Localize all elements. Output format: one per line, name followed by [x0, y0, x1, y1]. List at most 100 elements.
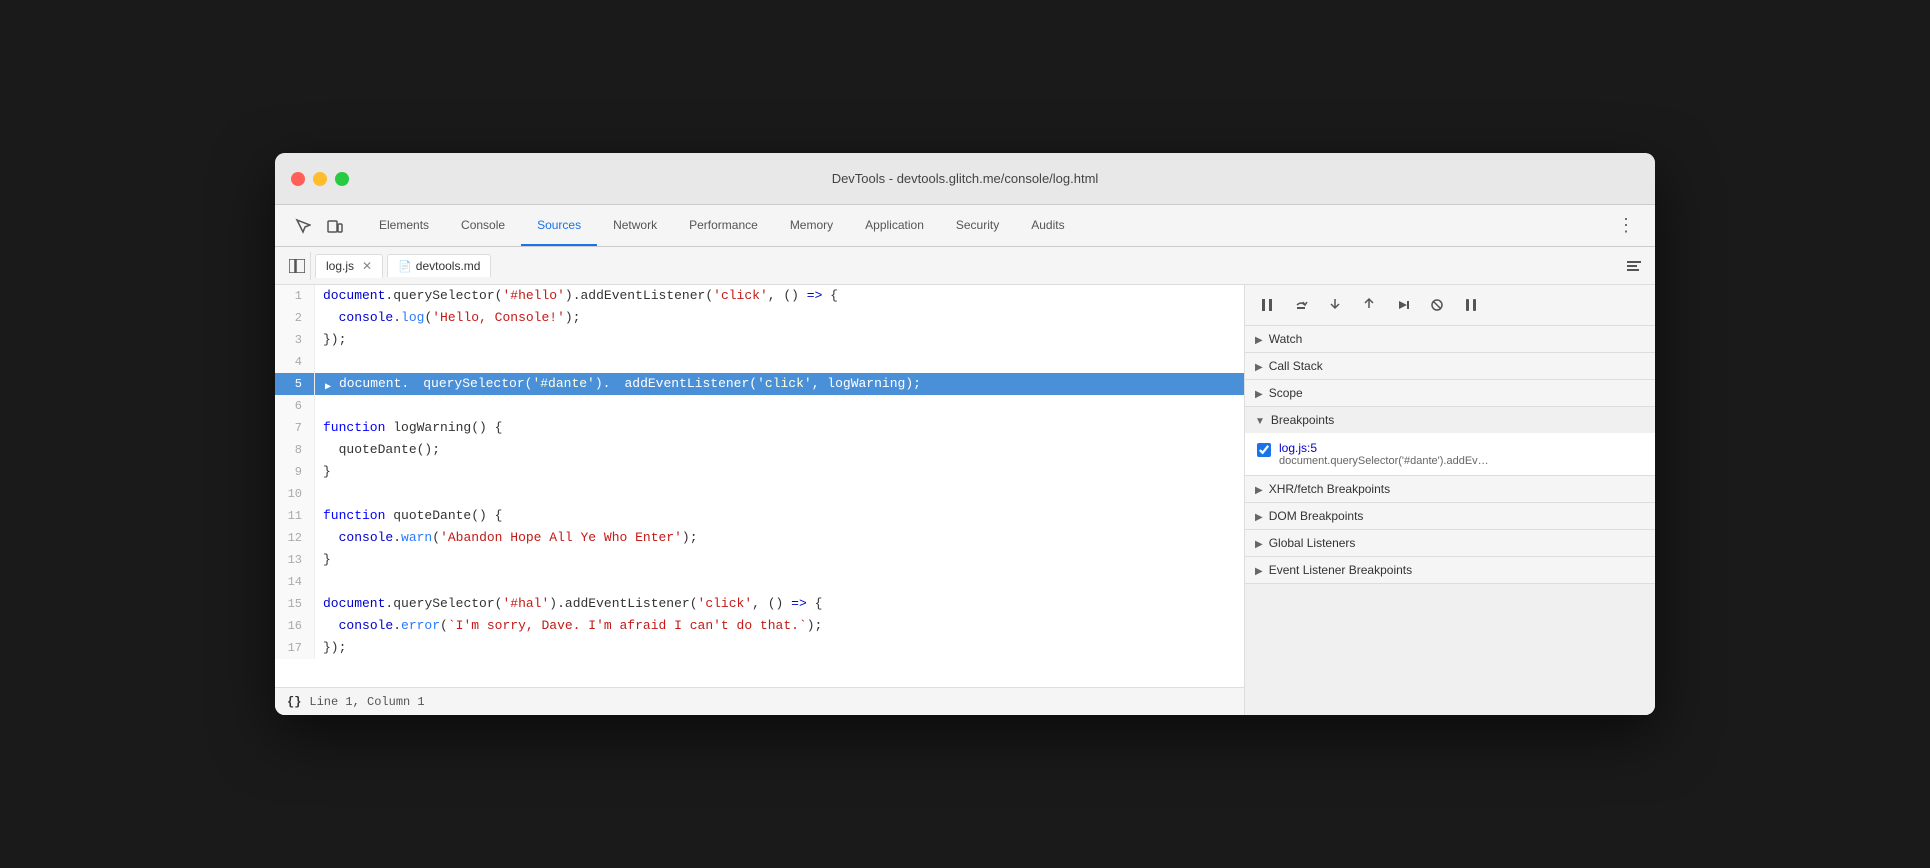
code-lines: 1document.querySelector('#hello').addEve… [275, 285, 1244, 687]
panel-section-label-breakpoints: Breakpoints [1271, 413, 1334, 427]
tab-memory[interactable]: Memory [774, 205, 849, 246]
line-content-1[interactable]: document.querySelector('#hello').addEven… [315, 285, 846, 307]
panel-section-header-breakpoints[interactable]: Breakpoints [1245, 407, 1655, 433]
line-number-6: 6 [275, 395, 315, 417]
file-tab-devtools-md[interactable]: 📄 devtools.md [387, 254, 491, 277]
panel-section-header-scope[interactable]: Scope [1245, 380, 1655, 406]
main-content: 1document.querySelector('#hello').addEve… [275, 285, 1655, 715]
line-content-11[interactable]: function quoteDante() { [315, 505, 510, 527]
panel-section-call-stack: Call Stack [1245, 353, 1655, 380]
line-number-5: 5 [275, 373, 315, 395]
pretty-print-button[interactable] [1621, 253, 1647, 279]
line-content-10[interactable] [315, 483, 331, 505]
step-over-button[interactable] [1287, 291, 1315, 319]
breakpoint-code: document.querySelector('#dante').addEv… [1279, 455, 1559, 467]
line-content-17[interactable]: }); [315, 637, 354, 659]
file-tabs: log.js ✕ 📄 devtools.md [315, 254, 1621, 278]
step-into-button[interactable] [1321, 291, 1349, 319]
panel-section-label-dom-breakpoints: DOM Breakpoints [1269, 509, 1364, 523]
file-tab-md-label: devtools.md [416, 259, 481, 273]
debug-toolbar [1245, 285, 1655, 326]
line-number-16: 16 [275, 615, 315, 637]
panel-section-header-dom-breakpoints[interactable]: DOM Breakpoints [1245, 503, 1655, 529]
tab-network[interactable]: Network [597, 205, 673, 246]
panel-section-label-global-listeners: Global Listeners [1269, 536, 1356, 550]
code-line-1: 1document.querySelector('#hello').addEve… [275, 285, 1244, 307]
close-button[interactable] [291, 172, 305, 186]
code-line-7: 7function logWarning() { [275, 417, 1244, 439]
tab-sources[interactable]: Sources [521, 205, 597, 246]
devtools-body: log.js ✕ 📄 devtools.md [275, 247, 1655, 715]
inspect-icon[interactable] [291, 214, 315, 238]
line-number-10: 10 [275, 483, 315, 505]
step-button[interactable] [1389, 291, 1417, 319]
line-number-15: 15 [275, 593, 315, 615]
chevron-right-icon [1255, 482, 1263, 496]
chevron-right-icon [1255, 386, 1263, 400]
panel-section-header-global-listeners[interactable]: Global Listeners [1245, 530, 1655, 556]
tab-performance[interactable]: Performance [673, 205, 774, 246]
status-braces: {} [287, 695, 301, 709]
more-tabs-button[interactable]: ⋮ [1605, 205, 1647, 246]
line-content-13[interactable]: } [315, 549, 339, 571]
code-line-17: 17}); [275, 637, 1244, 659]
code-panel: 1document.querySelector('#hello').addEve… [275, 285, 1245, 715]
panel-section-label-xhr-fetch: XHR/fetch Breakpoints [1269, 482, 1390, 496]
line-content-5[interactable]: ▶document.querySelector('#dante').addEve… [315, 373, 929, 395]
line-content-2[interactable]: console.log('Hello, Console!'); [315, 307, 588, 329]
code-line-6: 6 [275, 395, 1244, 417]
code-line-5: 5▶document.querySelector('#dante').addEv… [275, 373, 1244, 395]
file-icon: 📄 [398, 260, 412, 273]
minimize-button[interactable] [313, 172, 327, 186]
status-bar: {} Line 1, Column 1 [275, 687, 1244, 715]
step-out-button[interactable] [1355, 291, 1383, 319]
line-content-8[interactable]: quoteDante(); [315, 439, 448, 461]
line-content-15[interactable]: document.querySelector('#hal').addEventL… [315, 593, 830, 615]
file-tab-log-js[interactable]: log.js ✕ [315, 254, 383, 278]
breakpoints-content: log.js:5document.querySelector('#dante')… [1245, 433, 1655, 475]
line-number-8: 8 [275, 439, 315, 461]
tab-security[interactable]: Security [940, 205, 1015, 246]
line-content-16[interactable]: console.error(`I'm sorry, Dave. I'm afra… [315, 615, 830, 637]
panel-section-header-watch[interactable]: Watch [1245, 326, 1655, 352]
line-content-9[interactable]: } [315, 461, 339, 483]
tab-console[interactable]: Console [445, 205, 521, 246]
breakpoint-text: log.js:5document.querySelector('#dante')… [1279, 441, 1643, 467]
line-content-3[interactable]: }); [315, 329, 354, 351]
code-line-3: 3}); [275, 329, 1244, 351]
line-number-4: 4 [275, 351, 315, 373]
panel-section-event-listener-breakpoints: Event Listener Breakpoints [1245, 557, 1655, 584]
sources-toolbar: log.js ✕ 📄 devtools.md [275, 247, 1655, 285]
line-content-14[interactable] [315, 571, 331, 593]
breakpoint-filename: log.js:5 [1279, 441, 1643, 455]
sidebar-toggle[interactable] [283, 252, 311, 280]
line-content-12[interactable]: console.warn('Abandon Hope All Ye Who En… [315, 527, 706, 549]
pause-on-exceptions-button[interactable] [1457, 291, 1485, 319]
traffic-lights [291, 172, 349, 186]
tab-application[interactable]: Application [849, 205, 940, 246]
tab-audits[interactable]: Audits [1015, 205, 1080, 246]
breakpoint-checkbox[interactable] [1257, 443, 1271, 457]
line-content-4[interactable] [315, 351, 331, 373]
line-number-3: 3 [275, 329, 315, 351]
maximize-button[interactable] [335, 172, 349, 186]
code-editor[interactable]: 1document.querySelector('#hello').addEve… [275, 285, 1244, 687]
devtools-window: DevTools - devtools.glitch.me/console/lo… [275, 153, 1655, 715]
panel-section-header-event-listener-breakpoints[interactable]: Event Listener Breakpoints [1245, 557, 1655, 583]
chevron-down-icon [1255, 413, 1265, 427]
panel-section-header-xhr-fetch[interactable]: XHR/fetch Breakpoints [1245, 476, 1655, 502]
line-content-7[interactable]: function logWarning() { [315, 417, 510, 439]
file-tab-close-icon[interactable]: ✕ [362, 259, 372, 273]
code-line-4: 4 [275, 351, 1244, 373]
code-line-16: 16 console.error(`I'm sorry, Dave. I'm a… [275, 615, 1244, 637]
pause-resume-button[interactable] [1253, 291, 1281, 319]
panel-section-header-call-stack[interactable]: Call Stack [1245, 353, 1655, 379]
tabs-bar: Elements Console Sources Network Perform… [275, 205, 1655, 247]
chevron-right-icon [1255, 332, 1263, 346]
device-icon[interactable] [323, 214, 347, 238]
line-number-9: 9 [275, 461, 315, 483]
line-number-12: 12 [275, 527, 315, 549]
panel-section-breakpoints: Breakpoints log.js:5document.querySelecto… [1245, 407, 1655, 476]
tab-elements[interactable]: Elements [363, 205, 445, 246]
deactivate-breakpoints-button[interactable] [1423, 291, 1451, 319]
